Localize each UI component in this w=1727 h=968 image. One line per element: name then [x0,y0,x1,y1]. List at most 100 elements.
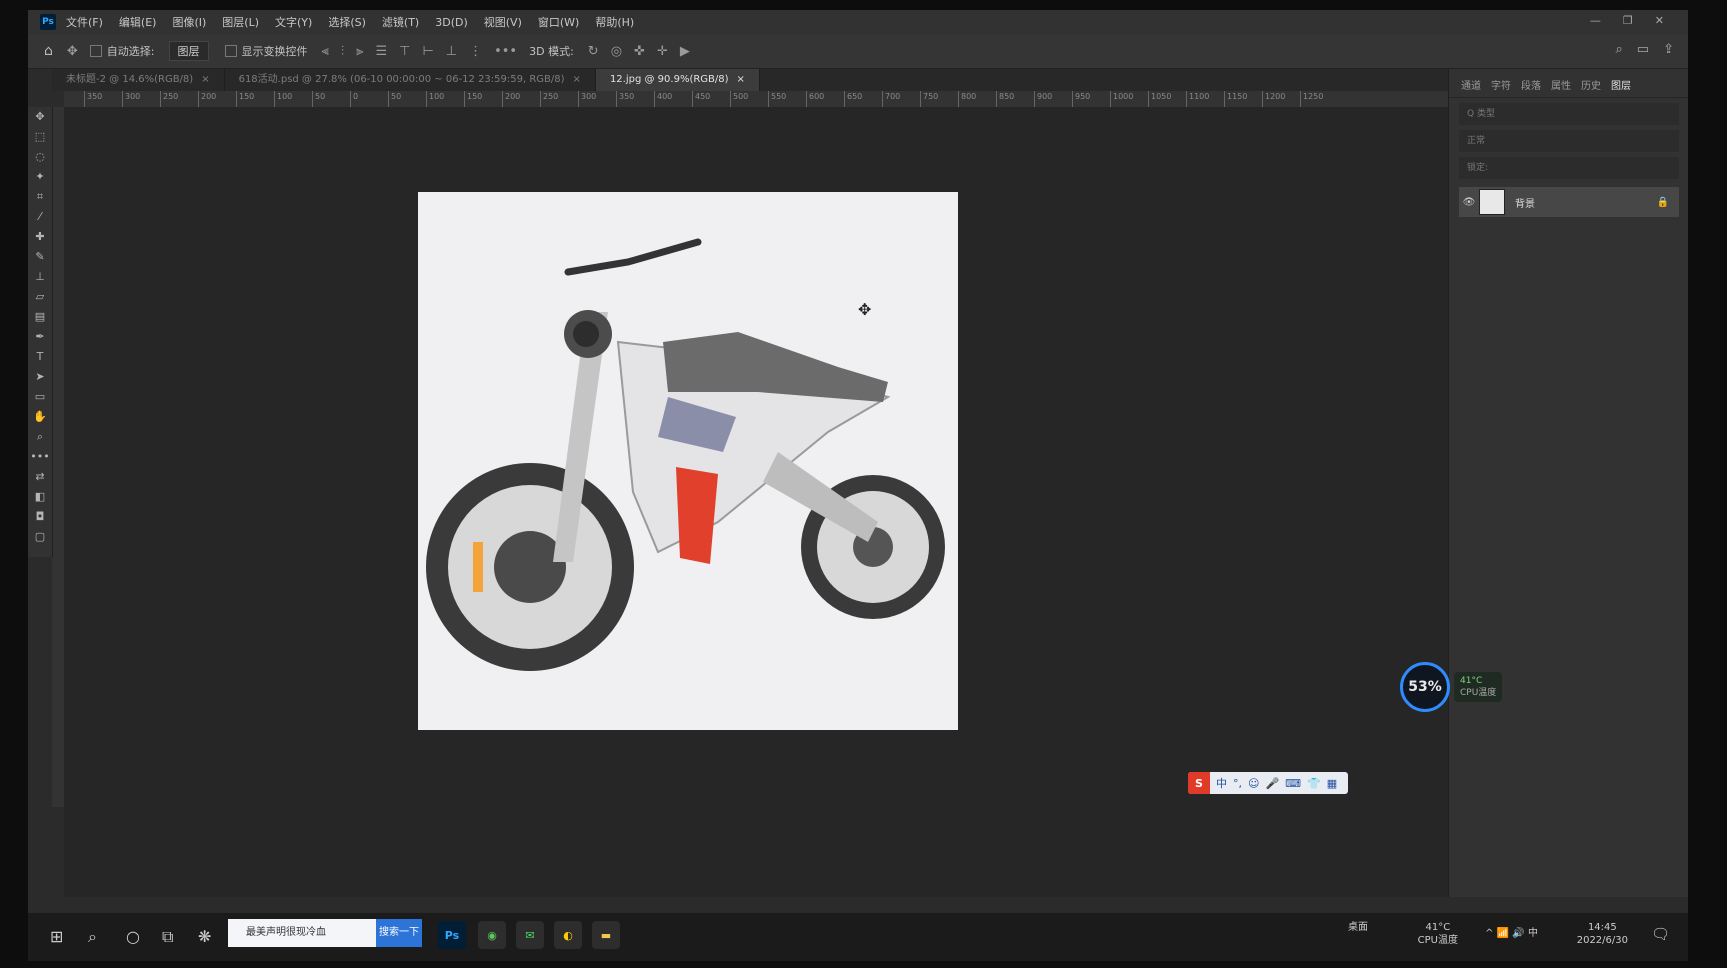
taskbar-clock[interactable]: 14:45 2022/6/30 [1577,921,1628,947]
pen-tool-icon[interactable]: ✒ [28,327,52,347]
zoom-tool-icon[interactable]: ⌕ [28,427,52,447]
windows-start-icon[interactable]: ⊞ [50,927,63,946]
auto-select-dropdown[interactable]: 图层 [168,41,209,61]
align-center-icon[interactable]: ⫶ [341,44,344,59]
taskbar-wechat-icon[interactable]: ✉ [516,921,544,949]
layer-filter-field[interactable]: Q 类型 [1459,103,1679,125]
lasso-tool-icon[interactable]: ◌ [28,147,52,167]
type-tool-icon[interactable]: T [28,347,52,367]
desktop-label[interactable]: 桌面 [1348,921,1368,934]
path-select-icon[interactable]: ➤ [28,367,52,387]
notification-center-icon[interactable]: 🗨 [1651,925,1670,943]
visibility-eye-icon[interactable]: 👁 [1459,197,1479,208]
document-canvas-image[interactable] [418,192,958,730]
ime-voice-icon[interactable]: 🎤 [1265,777,1279,790]
more-options-icon[interactable]: ••• [494,44,517,59]
share-icon[interactable]: ⇪ [1663,42,1674,57]
taskbar-photoshop[interactable]: Ps [438,921,466,949]
tray-cpu-temp[interactable]: 41°C CPU温度 [1418,921,1458,947]
ime-skin-icon[interactable]: 👕 [1307,777,1321,790]
align-left-icon[interactable]: ⫷ [322,44,329,59]
menu-type[interactable]: 文字(Y) [275,14,312,30]
menu-window[interactable]: 窗口(W) [538,14,579,30]
gradient-tool-icon[interactable]: ▤ [28,307,52,327]
search-icon[interactable]: ⌕ [1616,42,1623,57]
menu-image[interactable]: 图像(I) [172,14,206,30]
swap-colors-icon[interactable]: ⇄ [28,467,52,487]
rectangle-tool-icon[interactable]: ▭ [28,387,52,407]
auto-select-checkbox[interactable] [89,45,102,57]
taskbar-app-icon[interactable]: ◐ [554,921,582,949]
maximize-icon[interactable]: ❐ [1623,14,1633,27]
3d-roll-icon[interactable]: ◎ [611,44,622,59]
distribute-v-icon[interactable]: ⋮ [469,44,482,59]
tab-close-icon[interactable]: × [573,74,581,85]
menu-select[interactable]: 选择(S) [328,14,366,30]
align-middle-icon[interactable]: ⊢ [422,44,433,59]
screen-mode-icon[interactable]: ▢ [28,527,52,547]
menu-filter[interactable]: 滤镜(T) [382,14,419,30]
more-tools-icon[interactable]: ••• [28,447,52,467]
eyedropper-icon[interactable]: ⁄ [28,207,52,227]
taskbar-file-explorer-icon[interactable]: ▬ [592,921,620,949]
crop-tool-icon[interactable]: ⌗ [28,187,52,207]
task-view-icon[interactable]: ⧉ [162,927,173,947]
healing-brush-icon[interactable]: ✚ [28,227,52,247]
web-search-input[interactable]: 最美声明很现冷血 [228,919,376,947]
menu-edit[interactable]: 编辑(E) [119,14,157,30]
menu-layer[interactable]: 图层(L) [222,14,259,30]
panel-tab-history[interactable]: 历史 [1581,77,1601,97]
align-bottom-icon[interactable]: ⊥ [446,44,457,59]
menu-file[interactable]: 文件(F) [66,14,103,30]
ime-emoji-icon[interactable]: ☺ [1248,777,1259,790]
magic-wand-icon[interactable]: ✦ [28,167,52,187]
sogou-logo-icon[interactable]: S [1188,772,1210,794]
marquee-tool-icon[interactable]: ⬚ [28,127,52,147]
panel-tab-layers[interactable]: 图层 [1611,77,1631,97]
tab-untitled-2[interactable]: 未标题-2 @ 14.6%(RGB/8) × [52,69,225,91]
ime-punctuation-icon[interactable]: °, [1233,777,1242,790]
show-transform-checkbox[interactable] [224,45,237,57]
3d-slide-icon[interactable]: ✛ [657,44,668,59]
close-icon[interactable]: ✕ [1655,14,1664,27]
eraser-tool-icon[interactable]: ▱ [28,287,52,307]
stamp-tool-icon[interactable]: ⊥ [28,267,52,287]
widgets-icon[interactable]: ❋ [198,927,211,946]
blend-mode-dropdown[interactable]: 正常 [1459,130,1679,152]
lock-row[interactable]: 锁定: [1459,157,1679,179]
distribute-icon[interactable]: ☰ [375,44,387,59]
ime-keyboard-icon[interactable]: ⌨ [1285,777,1301,790]
move-tool-icon[interactable]: ✥ [67,44,78,59]
tray-volume-icon[interactable]: 🔊 [1512,928,1524,939]
minimize-icon[interactable]: — [1590,14,1601,27]
panel-tab-paragraph[interactable]: 段落 [1521,77,1541,97]
tab-close-icon[interactable]: × [737,74,745,85]
brush-tool-icon[interactable]: ✎ [28,247,52,267]
web-search-button[interactable]: 搜索一下 [376,919,422,947]
ime-lang-toggle[interactable]: 中 [1216,775,1227,791]
layer-row-background[interactable]: 👁 背景 🔒 [1459,187,1679,217]
tray-icons[interactable]: ^ 📶 🔊 中 [1485,927,1538,940]
tray-chevron-icon[interactable]: ^ [1485,928,1493,939]
3d-rotate-icon[interactable]: ↻ [588,44,599,59]
cpu-monitor-widget[interactable]: 53% 41°C CPU温度 [1400,662,1503,712]
menu-view[interactable]: 视图(V) [484,14,522,30]
move-tool-icon[interactable]: ✥ [28,107,52,127]
panel-tab-channels[interactable]: 通道 [1461,77,1481,97]
align-top-icon[interactable]: ⊤ [399,44,410,59]
color-swatches-icon[interactable]: ◧ [28,487,52,507]
menu-help[interactable]: 帮助(H) [595,14,634,30]
align-right-icon[interactable]: ⫸ [356,44,363,59]
home-icon[interactable]: ⌂ [44,43,53,59]
panel-tab-properties[interactable]: 属性 [1551,77,1571,97]
tray-network-icon[interactable]: 📶 [1497,928,1509,939]
horizontal-ruler[interactable]: 350 300 250 200 150 100 50 0 50 100 150 200 250 300 35… [64,91,1448,108]
3d-drag-icon[interactable]: ✜ [634,44,645,59]
workspace-icon[interactable]: ▭ [1637,42,1649,57]
quick-mask-icon[interactable]: ◘ [28,507,52,527]
tab-close-icon[interactable]: × [201,74,209,85]
taskbar-search-icon[interactable]: ⌕ [88,927,97,947]
menu-3d[interactable]: 3D(D) [435,16,468,29]
3d-camera-icon[interactable]: ▶ [680,44,690,59]
panel-tab-character[interactable]: 字符 [1491,77,1511,97]
